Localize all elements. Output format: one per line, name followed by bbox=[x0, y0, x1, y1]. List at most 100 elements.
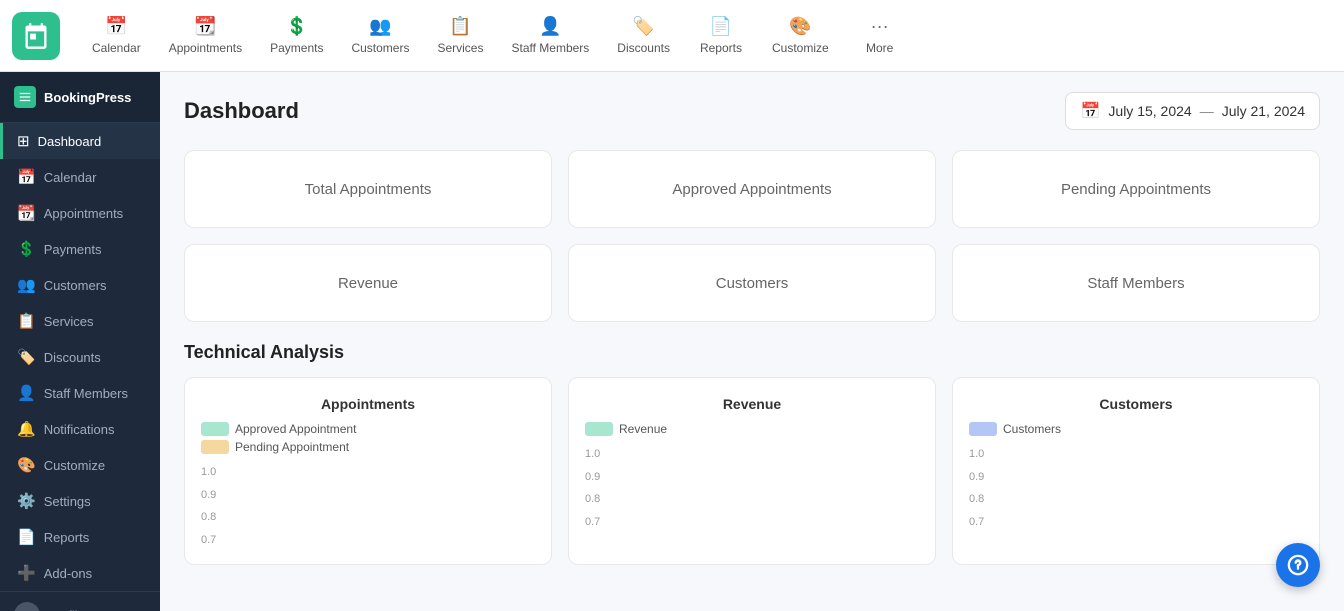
revenue-legend-color bbox=[585, 422, 613, 436]
nav-discounts[interactable]: 🏷️ Discounts bbox=[605, 8, 682, 63]
nav-services[interactable]: 📋 Services bbox=[425, 8, 495, 63]
date-separator: — bbox=[1200, 103, 1214, 119]
sidebar-item-reports[interactable]: 📄 Reports bbox=[0, 519, 160, 555]
customers-chart-title: Customers bbox=[969, 396, 1303, 412]
appointments-chart-title: Appointments bbox=[201, 396, 535, 412]
stat-label-revenue: Revenue bbox=[338, 275, 398, 292]
services-side-icon: 📋 bbox=[17, 312, 36, 330]
customers-chart-area: 1.0 0.9 0.8 0.7 bbox=[969, 448, 1303, 528]
pending-legend-label: Pending Appointment bbox=[235, 440, 349, 454]
revenue-chart-area: 1.0 0.9 0.8 0.7 bbox=[585, 448, 919, 528]
charts-grid: Appointments Approved Appointment Pendin… bbox=[184, 377, 1320, 565]
calendar-picker-icon: 📅 bbox=[1080, 101, 1100, 121]
sidebar-item-discounts-label: Discounts bbox=[44, 350, 101, 365]
avatar: P bbox=[14, 602, 40, 611]
customers-chart-legend: Customers bbox=[969, 422, 1303, 436]
reports-icon: 📄 bbox=[710, 16, 732, 37]
nav-calendar[interactable]: 📅 Calendar bbox=[80, 8, 153, 63]
nav-appointments-label: Appointments bbox=[169, 41, 242, 55]
sidebar-item-services[interactable]: 📋 Services bbox=[0, 303, 160, 339]
help-button[interactable] bbox=[1276, 543, 1320, 587]
customize-side-icon: 🎨 bbox=[17, 456, 36, 474]
nav-staff-label: Staff Members bbox=[511, 41, 589, 55]
discounts-side-icon: 🏷️ bbox=[17, 348, 36, 366]
revenue-y-labels: 1.0 0.9 0.8 0.7 bbox=[585, 448, 604, 528]
sidebar-item-appointments[interactable]: 📆 Appointments bbox=[0, 195, 160, 231]
stat-card-total-appointments[interactable]: Total Appointments bbox=[184, 150, 552, 228]
sidebar-item-settings-label: Settings bbox=[44, 494, 91, 509]
nav-customers[interactable]: 👥 Customers bbox=[339, 8, 421, 63]
sidebar-item-discounts[interactable]: 🏷️ Discounts bbox=[0, 339, 160, 375]
sidebar-item-addons[interactable]: ➕ Add-ons bbox=[0, 555, 160, 591]
page-title: Dashboard bbox=[184, 98, 299, 124]
nav-payments[interactable]: 💲 Payments bbox=[258, 8, 335, 63]
sidebar-item-appointments-label: Appointments bbox=[44, 206, 124, 221]
stat-card-pending-appointments[interactable]: Pending Appointments bbox=[952, 150, 1320, 228]
appointments-chart-card: Appointments Approved Appointment Pendin… bbox=[184, 377, 552, 565]
stat-card-staff-members[interactable]: Staff Members bbox=[952, 244, 1320, 322]
stat-card-customers[interactable]: Customers bbox=[568, 244, 936, 322]
nav-more[interactable]: ··· More bbox=[845, 8, 915, 63]
sidebar-brand[interactable]: BookingPress bbox=[0, 72, 160, 123]
sidebar-item-settings[interactable]: ⚙️ Settings bbox=[0, 483, 160, 519]
stats-grid: Total Appointments Approved Appointments… bbox=[184, 150, 1320, 322]
sidebar-item-staff-label: Staff Members bbox=[44, 386, 128, 401]
sidebar-item-customize[interactable]: 🎨 Customize bbox=[0, 447, 160, 483]
nav-discounts-label: Discounts bbox=[617, 41, 670, 55]
customers-y-labels: 1.0 0.9 0.8 0.7 bbox=[969, 448, 988, 528]
nav-appointments[interactable]: 📆 Appointments bbox=[157, 8, 254, 63]
nav-customize[interactable]: 🎨 Customize bbox=[760, 8, 841, 63]
legend-pending: Pending Appointment bbox=[201, 440, 535, 454]
sidebar-logo-icon bbox=[14, 86, 36, 108]
stat-label-customers: Customers bbox=[716, 275, 789, 292]
dashboard-icon: ⊞ bbox=[17, 132, 30, 150]
stat-label-approved-appointments: Approved Appointments bbox=[672, 181, 831, 198]
appointments-icon: 📆 bbox=[194, 16, 216, 37]
sidebar-item-calendar[interactable]: 📅 Calendar bbox=[0, 159, 160, 195]
stat-label-pending-appointments: Pending Appointments bbox=[1061, 181, 1211, 198]
notifications-side-icon: 🔔 bbox=[17, 420, 36, 438]
nav-reports-label: Reports bbox=[700, 41, 742, 55]
customers-legend-label: Customers bbox=[1003, 422, 1061, 436]
payments-icon: 💲 bbox=[286, 16, 308, 37]
stat-card-approved-appointments[interactable]: Approved Appointments bbox=[568, 150, 936, 228]
sidebar-item-staff[interactable]: 👤 Staff Members bbox=[0, 375, 160, 411]
services-icon: 📋 bbox=[449, 16, 471, 37]
sidebar-item-payments[interactable]: 💲 Payments bbox=[0, 231, 160, 267]
sidebar-profile[interactable]: P Profile bbox=[0, 592, 160, 611]
sidebar-item-reports-label: Reports bbox=[44, 530, 90, 545]
approved-legend-label: Approved Appointment bbox=[235, 422, 356, 436]
sidebar: BookingPress ⊞ Dashboard 📅 Calendar 📆 Ap… bbox=[0, 72, 160, 611]
app-logo[interactable] bbox=[12, 12, 60, 60]
sidebar-item-payments-label: Payments bbox=[44, 242, 102, 257]
sidebar-item-notifications[interactable]: 🔔 Notifications bbox=[0, 411, 160, 447]
staff-icon: 👤 bbox=[539, 16, 561, 37]
stat-label-staff-members: Staff Members bbox=[1087, 275, 1184, 292]
sidebar-item-customize-label: Customize bbox=[44, 458, 105, 473]
staff-side-icon: 👤 bbox=[17, 384, 36, 402]
nav-staff[interactable]: 👤 Staff Members bbox=[499, 8, 601, 63]
nav-services-label: Services bbox=[437, 41, 483, 55]
sidebar-item-services-label: Services bbox=[44, 314, 94, 329]
date-range-picker[interactable]: 📅 July 15, 2024 — July 21, 2024 bbox=[1065, 92, 1320, 130]
sidebar-item-customers[interactable]: 👥 Customers bbox=[0, 267, 160, 303]
settings-side-icon: ⚙️ bbox=[17, 492, 36, 510]
customers-side-icon: 👥 bbox=[17, 276, 36, 294]
sidebar-brand-name: BookingPress bbox=[44, 90, 131, 105]
stat-label-total-appointments: Total Appointments bbox=[305, 181, 432, 198]
revenue-chart-title: Revenue bbox=[585, 396, 919, 412]
calendar-icon: 📅 bbox=[105, 16, 127, 37]
reports-side-icon: 📄 bbox=[17, 528, 36, 546]
top-nav-bar: 📅 Calendar 📆 Appointments 💲 Payments 👥 C… bbox=[0, 0, 1344, 72]
legend-revenue: Revenue bbox=[585, 422, 919, 436]
approved-legend-color bbox=[201, 422, 229, 436]
payments-side-icon: 💲 bbox=[17, 240, 36, 258]
nav-more-label: More bbox=[866, 41, 893, 55]
sidebar-item-notifications-label: Notifications bbox=[44, 422, 115, 437]
nav-customize-label: Customize bbox=[772, 41, 829, 55]
stat-card-revenue[interactable]: Revenue bbox=[184, 244, 552, 322]
sidebar-item-dashboard-label: Dashboard bbox=[38, 134, 102, 149]
nav-reports[interactable]: 📄 Reports bbox=[686, 8, 756, 63]
sidebar-item-dashboard[interactable]: ⊞ Dashboard bbox=[0, 123, 160, 159]
customers-chart-card: Customers Customers 1.0 0.9 0.8 0.7 bbox=[952, 377, 1320, 565]
